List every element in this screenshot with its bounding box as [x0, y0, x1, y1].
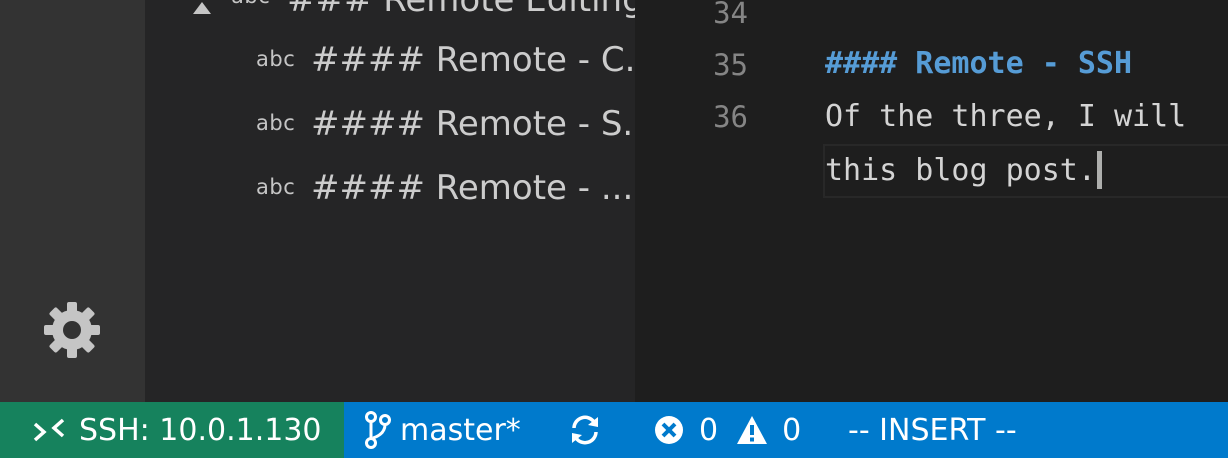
vim-mode-indicator: -- INSERT --: [848, 402, 1017, 458]
git-branch-button[interactable]: master*: [364, 402, 521, 458]
editor[interactable]: 34 35 36 #### Remote - SSH Of the three,…: [635, 0, 1228, 402]
string-symbol-icon: abc: [231, 0, 270, 8]
outline-item[interactable]: abc #### Remote - C...: [145, 30, 635, 94]
problems-button[interactable]: 0 0: [653, 402, 801, 458]
remote-label: SSH: 10.0.1.130: [79, 413, 322, 448]
outline-item-label: #### Remote - S...: [311, 104, 635, 144]
error-icon: [655, 416, 683, 444]
git-branch-icon: [365, 411, 391, 449]
outline-item[interactable]: abc #### Remote - S...: [145, 94, 635, 158]
warning-count: 0: [782, 412, 802, 448]
warning-icon: [737, 416, 768, 444]
line-number: 36: [713, 100, 748, 134]
code-line-text: this blog post.: [825, 153, 1096, 188]
outline-item-parent[interactable]: abc ### Remote Editing: [145, 0, 635, 34]
string-symbol-icon: abc: [256, 47, 296, 71]
gear-icon[interactable]: [40, 298, 104, 362]
code-line-heading: #### Remote - SSH: [825, 46, 1133, 81]
sync-button[interactable]: [568, 402, 602, 458]
outline-view: abc ### Remote Editing abc #### Remote -…: [145, 0, 635, 402]
text-cursor: [1096, 151, 1102, 189]
activity-bar: [0, 0, 145, 402]
branch-label: master*: [400, 412, 521, 448]
outline-item[interactable]: abc #### Remote - ...: [145, 158, 635, 222]
sync-icon: [572, 415, 598, 445]
vim-mode-label: -- INSERT --: [848, 412, 1017, 448]
remote-indicator[interactable]: SSH: 10.0.1.130: [0, 402, 344, 458]
code-line: this blog post.: [825, 151, 1102, 189]
remote-icon: [33, 418, 65, 442]
code-line: Of the three, I will: [825, 99, 1187, 134]
error-count: 0: [699, 412, 719, 448]
chevron-down-icon[interactable]: [193, 2, 211, 14]
outline-item-label: ### Remote Editing: [287, 0, 635, 20]
line-number: 35: [713, 48, 748, 82]
line-number: 34: [713, 0, 748, 30]
string-symbol-icon: abc: [256, 111, 296, 135]
string-symbol-icon: abc: [256, 175, 296, 199]
outline-item-label: #### Remote - ...: [311, 168, 634, 208]
status-bar: SSH: 10.0.1.130 master* 0 0 -- INSERT --: [0, 402, 1228, 458]
outline-item-label: #### Remote - C...: [311, 40, 635, 80]
